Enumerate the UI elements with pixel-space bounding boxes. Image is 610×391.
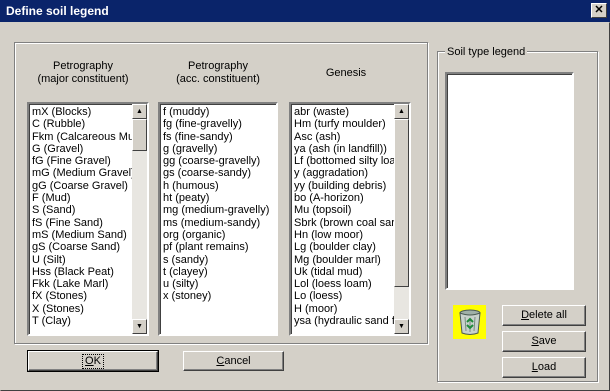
list-item[interactable]: Sbrk (brown coal sar [293,217,394,229]
petrography-acc-header: Petrography (acc. constituent) [160,60,276,86]
list-item[interactable]: gg (coarse-gravelly) [162,155,276,167]
button-label: ave [538,335,557,347]
list-item[interactable]: F (Mud) [31,192,132,204]
ok-button[interactable]: OK [27,350,159,372]
recycle-bin-icon-graphic [458,309,481,335]
list-item[interactable]: G (Gravel) [31,143,132,155]
list-item[interactable]: gG (Coarse Gravel) [31,180,132,192]
window-title: Define soil legend [6,4,109,18]
list-item[interactable]: pf (plant remains) [162,241,276,253]
list-item[interactable]: fX (Stones) [31,290,132,302]
scroll-thumb[interactable] [132,119,147,151]
ok-focus-rect: OK [82,354,104,369]
button-label: K [93,355,101,367]
header-line: Genesis [325,67,367,79]
list-item[interactable]: fg (fine-gravelly) [162,118,276,130]
button-label: oad [537,361,557,373]
list-item[interactable]: s (sandy) [162,254,276,266]
list-item[interactable]: x (stoney) [162,290,276,302]
close-icon[interactable]: ✕ [591,3,607,18]
list-item[interactable]: y (aggradation) [293,167,394,179]
list-item[interactable]: Hss (Black Peat) [31,266,132,278]
list-item[interactable]: X (Stones) [31,303,132,315]
list-item[interactable]: abr (waste) [293,106,394,118]
list-item[interactable]: fs (fine-sandy) [162,131,276,143]
list-item[interactable]: Mg (boulder marl) [293,254,394,266]
load-button[interactable]: Load [502,357,586,378]
list-item[interactable]: T (Clay) [31,315,132,327]
list-item[interactable]: S (Sand) [31,204,132,216]
scroll-up-icon[interactable]: ▲ [132,104,147,119]
scrollbar[interactable]: ▲ ▼ [394,104,409,334]
header-line: (acc. constituent) [176,73,260,85]
list-item[interactable]: mg (medium-gravelly) [162,204,276,216]
list-item[interactable]: C (Rubble) [31,118,132,130]
soil-type-legend-label: Soil type legend [445,46,528,58]
list-item[interactable]: Fkm (Calcareous Mud [31,131,132,143]
genesis-header: Genesis [290,67,402,80]
save-button[interactable]: Save [502,331,586,352]
list-item[interactable]: Lol (loess loam) [293,278,394,290]
soil-type-legend-list[interactable] [445,72,574,290]
recycle-bin-icon[interactable] [453,305,486,339]
list-item[interactable]: Fkk (Lake Marl) [31,278,132,290]
petrography-acc-list[interactable]: f (muddy) fg (fine-gravelly) fs (fine-sand… [158,102,278,336]
list-item[interactable]: mX (Blocks) [31,106,132,118]
delete-all-button[interactable]: Delete all [502,305,586,326]
list-item[interactable]: ms (medium-sandy) [162,217,276,229]
list-item[interactable]: org (organic) [162,229,276,241]
list-item[interactable]: gS (Coarse Sand) [31,241,132,253]
scroll-down-icon[interactable]: ▼ [394,319,409,334]
list-item[interactable]: gs (coarse-sandy) [162,167,276,179]
list-item[interactable]: bo (A-horizon) [293,192,394,204]
genesis-list[interactable]: abr (waste) Hm (turfy moulder) Asc (ash) ya… [289,102,411,336]
header-line: Petrography [53,60,113,72]
button-label-accelerator: O [85,355,94,367]
list-item[interactable]: Hn (low moor) [293,229,394,241]
scroll-down-icon[interactable]: ▼ [132,319,147,334]
list-item[interactable]: g (gravelly) [162,143,276,155]
list-item[interactable]: ht (peaty) [162,192,276,204]
petrography-major-header: Petrography (major constituent) [30,60,136,86]
scrollbar[interactable]: ▲ ▼ [132,104,147,334]
list-item[interactable]: Lf (bottomed silty loa [293,155,394,167]
list-item[interactable]: Lo (loess) [293,290,394,302]
cancel-button[interactable]: Cancel [183,351,284,371]
list-item[interactable]: Uk (tidal mud) [293,266,394,278]
list-item[interactable]: t (clayey) [162,266,276,278]
petrography-major-list[interactable]: mX (Blocks) C (Rubble) Fkm (Calcareous Mud… [27,102,149,336]
list-item[interactable]: fS (Fine Sand) [31,217,132,229]
list-item[interactable]: Lg (boulder clay) [293,241,394,253]
button-label-accelerator: S [531,335,539,347]
list-item[interactable]: mG (Medium Gravel) [31,167,132,179]
scroll-thumb[interactable] [394,119,409,287]
list-item[interactable]: fG (Fine Gravel) [31,155,132,167]
list-item[interactable]: mS (Medium Sand) [31,229,132,241]
button-label: ancel [224,355,251,367]
list-item[interactable]: ya (ash (in landfill)) [293,143,394,155]
header-line: Petrography [188,60,248,72]
list-item[interactable]: ysa (hydraulic sand fi [293,315,394,327]
list-item[interactable]: Mu (topsoil) [293,204,394,216]
list-item[interactable]: u (silty) [162,278,276,290]
list-item[interactable]: h (humous) [162,180,276,192]
title-bar: Define soil legend ✕ [0,0,610,22]
scroll-up-icon[interactable]: ▲ [394,104,409,119]
list-item[interactable]: Asc (ash) [293,131,394,143]
list-item[interactable]: yy (building debris) [293,180,394,192]
button-label-accelerator: D [521,309,530,321]
header-line: (major constituent) [37,73,129,85]
list-item[interactable]: U (Silt) [31,254,132,266]
list-item[interactable]: f (muddy) [162,106,276,118]
list-item[interactable]: H (moor) [293,303,394,315]
button-label: elete all [529,309,567,321]
list-item[interactable]: Hm (turfy moulder) [293,118,394,130]
